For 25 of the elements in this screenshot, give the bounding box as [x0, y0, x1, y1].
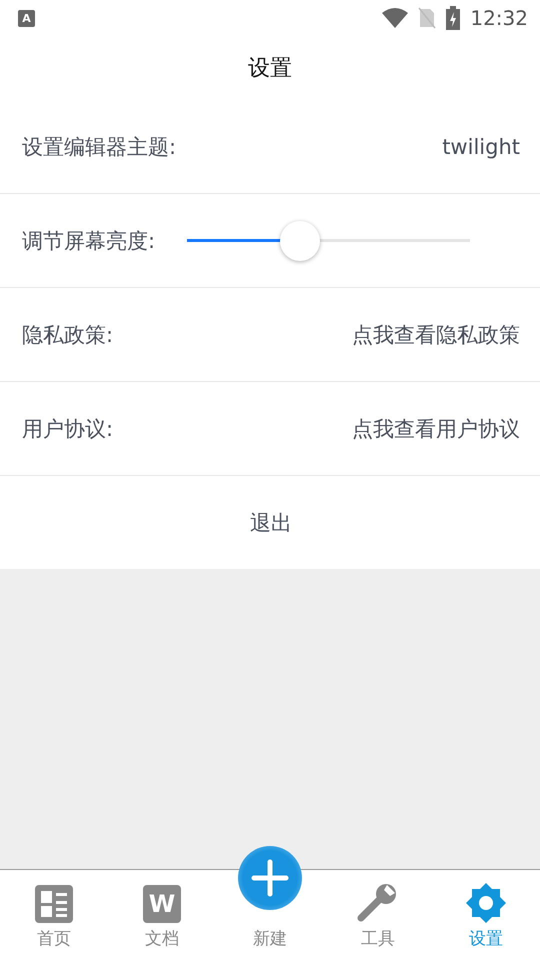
no-sim-icon — [418, 7, 436, 29]
wrench-icon — [357, 883, 399, 923]
dashboard-icon — [35, 885, 73, 923]
nav-tab[interactable]: 设置 — [469, 927, 503, 950]
setting-label: 设置编辑器主题: — [22, 134, 176, 160]
setting-value: twilight — [442, 134, 520, 158]
setting-label: 用户协议: — [22, 416, 114, 442]
page-title: 设置 — [248, 55, 292, 83]
keyboard-icon: A — [18, 10, 35, 26]
setting-link[interactable]: 点我查看用户协议 — [352, 414, 520, 442]
settings-icon — [466, 883, 506, 923]
slider-thumb[interactable] — [280, 220, 320, 260]
logout-button[interactable]: 退出 — [250, 508, 292, 536]
nav-tab[interactable]: 首页 — [37, 927, 71, 950]
document-icon: W — [143, 885, 181, 923]
nav-tab[interactable]: 新建 — [253, 927, 287, 950]
battery-charging-icon — [446, 6, 460, 30]
setting-label: 调节屏幕亮度: — [22, 228, 156, 254]
wifi-icon — [382, 8, 408, 28]
nav-tab[interactable]: 文档 — [145, 927, 179, 950]
setting-link[interactable]: 点我查看隐私政策 — [352, 320, 520, 348]
plus-icon — [250, 858, 290, 898]
setting-label: 隐私政策: — [22, 322, 114, 348]
nav-tab[interactable]: 工具 — [361, 927, 395, 950]
clock-time: 12:32 — [470, 6, 528, 30]
